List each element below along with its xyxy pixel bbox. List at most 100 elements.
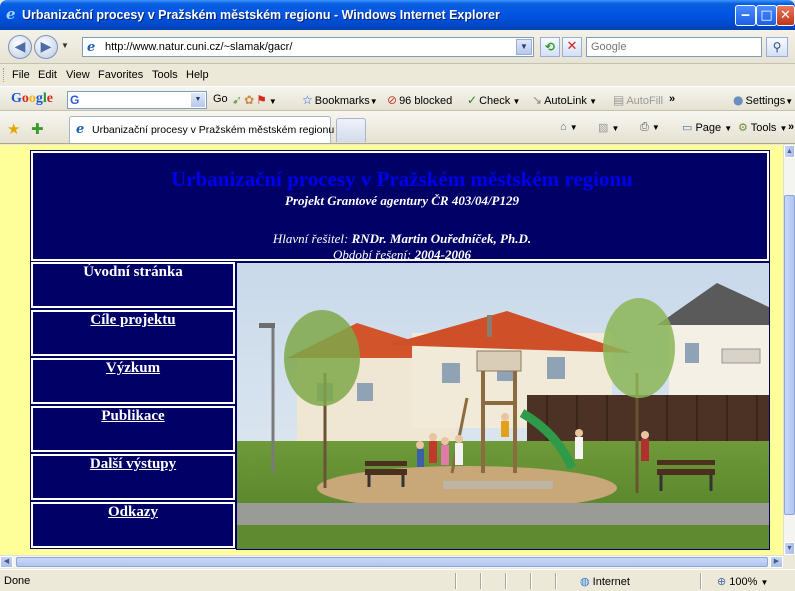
- scroll-right-icon[interactable]: ▶: [770, 556, 783, 568]
- feeds-button[interactable]: ▧ ▼: [598, 121, 619, 134]
- print-icon: ⎙: [640, 121, 649, 133]
- zone-label: Internet: [592, 576, 630, 588]
- close-button[interactable]: ✕: [776, 5, 795, 26]
- investigator-name: RNDr. Martin Ouředníček, Ph.D.: [351, 231, 532, 246]
- scroll-left-icon[interactable]: ◀: [0, 556, 13, 568]
- menu-bar: File Edit View Favorites Tools Help: [0, 64, 795, 86]
- address-toolbar: ◀ ▶ ▼ e http://www.natur.cuni.cz/~slamak…: [0, 30, 795, 64]
- stop-icon: ✕: [566, 39, 578, 54]
- window-title-bar[interactable]: e Urbanizační procesy v Pražském městské…: [0, 0, 795, 30]
- stop-button[interactable]: ✕: [562, 37, 582, 57]
- print-button[interactable]: ⎙ ▼: [640, 121, 660, 134]
- vertical-scroll-thumb[interactable]: [784, 195, 795, 515]
- address-bar[interactable]: e http://www.natur.cuni.cz/~slamak/gacr/…: [82, 37, 534, 57]
- scroll-down-icon[interactable]: ▼: [784, 542, 795, 555]
- settings-icon: ●: [733, 93, 744, 107]
- page-icon: e: [87, 40, 96, 55]
- page-label: Page: [695, 122, 722, 134]
- forward-button[interactable]: ▶: [34, 35, 58, 59]
- scroll-up-icon[interactable]: ▲: [784, 145, 795, 158]
- autolink-icon: ↘: [532, 93, 543, 107]
- playground-photo-svg: [237, 263, 769, 549]
- status-bar: Done ◍ Internet ⊕ 100% ▼: [0, 569, 795, 591]
- tools-gear-icon: ⚙: [738, 122, 748, 134]
- address-dropdown-icon[interactable]: ▼: [516, 39, 532, 55]
- nav-other-outputs[interactable]: Další výstupy: [30, 453, 236, 501]
- add-favorite-icon[interactable]: ✚: [31, 120, 44, 138]
- autofill-button[interactable]: ▤ AutoFill: [613, 93, 663, 107]
- google-logo[interactable]: Google: [11, 91, 53, 107]
- search-input[interactable]: [591, 40, 756, 54]
- google-search-dropdown-icon[interactable]: ▼: [191, 93, 205, 107]
- toolbar-more-button[interactable]: »: [669, 93, 675, 105]
- period-value: 2004-2006: [414, 247, 471, 262]
- home-icon: ⌂: [560, 121, 567, 133]
- security-zone[interactable]: ◍ Internet: [580, 575, 630, 588]
- autofill-label: AutoFill: [626, 95, 664, 107]
- vertical-scrollbar[interactable]: ▲ ▼: [783, 145, 795, 555]
- blocked-count: 96 blocked: [399, 95, 453, 107]
- search-box[interactable]: [586, 37, 762, 57]
- tab-bar: ★ ✚ e Urbanizační procesy v Pražském měs…: [0, 111, 795, 144]
- page-header: Urbanizační procesy v Pražském městském …: [30, 150, 771, 263]
- settings-button[interactable]: ● Settings▼: [733, 93, 793, 107]
- pagerank-icon: ✿: [244, 93, 255, 107]
- popup-blocked-icon: ⊘: [387, 93, 398, 107]
- nav-home[interactable]: Úvodní stránka: [30, 261, 236, 309]
- command-more-button[interactable]: »: [788, 121, 794, 133]
- search-button[interactable]: ⚲: [766, 37, 788, 57]
- autolink-button[interactable]: ↘ AutoLink ▼: [532, 93, 597, 107]
- nav-project-goals[interactable]: Cíle projektu: [30, 309, 236, 357]
- tools-menu-button[interactable]: ⚙ Tools ▼: [738, 121, 787, 134]
- status-divider: [505, 573, 507, 589]
- horizontal-scrollbar[interactable]: ◀ ▶: [0, 555, 783, 568]
- minimize-button[interactable]: ‒: [735, 5, 756, 26]
- favorites-center-icon[interactable]: ★: [7, 120, 20, 138]
- menu-view[interactable]: View: [66, 69, 90, 81]
- principal-investigator: Hlavní řešitel: RNDr. Martin Ouředníček,…: [33, 231, 771, 247]
- nav-research[interactable]: Výzkum: [30, 357, 236, 405]
- menu-file[interactable]: File: [12, 69, 30, 81]
- bookmarks-label: Bookmarks: [314, 95, 370, 107]
- back-arrow-icon: ◀: [14, 39, 26, 55]
- project-period: Období řešení: 2004-2006: [33, 247, 771, 263]
- address-url[interactable]: http://www.natur.cuni.cz/~slamak/gacr/: [105, 41, 292, 53]
- new-tab-button[interactable]: [336, 118, 366, 142]
- page-menu-button[interactable]: ▭ Page ▼: [682, 121, 732, 134]
- menu-favorites[interactable]: Favorites: [98, 69, 143, 81]
- search-icon: ⚲: [772, 40, 782, 54]
- status-divider: [480, 573, 482, 589]
- refresh-button[interactable]: ⟲: [540, 37, 560, 57]
- maximize-button[interactable]: □: [756, 5, 777, 26]
- bookmarks-button[interactable]: ☆ Bookmarks▼: [302, 93, 378, 107]
- google-go-button[interactable]: Go: [213, 93, 228, 105]
- popup-blocker-button[interactable]: ⊘ 96 blocked: [387, 93, 452, 107]
- home-button[interactable]: ⌂ ▼: [560, 121, 578, 133]
- spell-check-button[interactable]: ✓ Check ▼: [467, 93, 520, 107]
- menu-edit[interactable]: Edit: [38, 69, 57, 81]
- star-icon: ☆: [302, 93, 313, 107]
- nav-publications[interactable]: Publikace: [30, 405, 236, 453]
- nav-links[interactable]: Odkazy: [30, 501, 236, 549]
- check-label: Check: [479, 95, 511, 107]
- google-flag-icon: ⚑: [256, 93, 267, 107]
- google-arrow-icon: ➹: [232, 93, 243, 107]
- menu-help[interactable]: Help: [186, 69, 209, 81]
- zoom-level: 100%: [729, 576, 758, 588]
- back-button[interactable]: ◀: [8, 35, 32, 59]
- playground-photo: [236, 262, 770, 550]
- tab-active[interactable]: e Urbanizační procesy v Pražském městské…: [69, 116, 335, 143]
- tab-title: Urbanizační procesy v Pražském městském …: [92, 124, 335, 136]
- google-toolbar: Google G ▼ Go ➹ ✿ ⚑ ▼ ☆ Bookmarks▼ ⊘ 96 block…: [0, 86, 795, 111]
- status-divider: [700, 573, 702, 589]
- internet-globe-icon: ◍: [580, 576, 590, 588]
- menu-tools[interactable]: Tools: [152, 69, 178, 81]
- period-label: Období řešení:: [333, 247, 415, 262]
- forward-arrow-icon: ▶: [40, 39, 52, 55]
- toolbar-grip[interactable]: [3, 68, 6, 82]
- google-icons-group[interactable]: ➹ ✿ ⚑ ▼: [232, 93, 277, 107]
- google-search-field[interactable]: G ▼: [67, 91, 207, 109]
- horizontal-scroll-thumb[interactable]: [16, 557, 768, 567]
- zoom-control[interactable]: ⊕ 100% ▼: [717, 575, 768, 588]
- history-dropdown-icon[interactable]: ▼: [61, 41, 69, 50]
